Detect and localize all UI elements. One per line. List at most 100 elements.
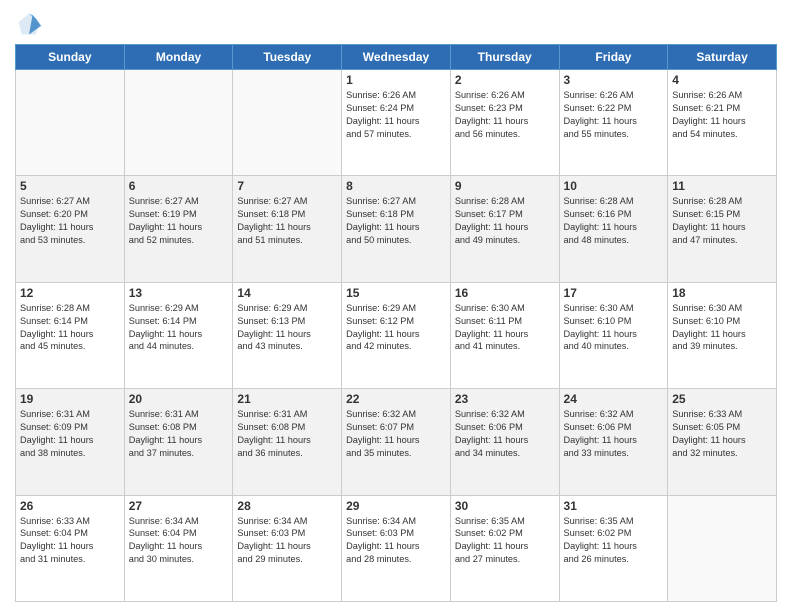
table-row: 23 Sunrise: 6:32 AM Sunset: 6:06 PM Dayli… — [450, 389, 559, 495]
day-number: 24 — [564, 392, 664, 406]
day-number: 21 — [237, 392, 337, 406]
day-info: Sunrise: 6:26 AM Sunset: 6:21 PM Dayligh… — [672, 89, 772, 141]
day-info: Sunrise: 6:32 AM Sunset: 6:06 PM Dayligh… — [455, 408, 555, 460]
day-info: Sunrise: 6:31 AM Sunset: 6:08 PM Dayligh… — [129, 408, 229, 460]
table-row: 5 Sunrise: 6:27 AM Sunset: 6:20 PM Daylig… — [16, 176, 125, 282]
table-row: 19 Sunrise: 6:31 AM Sunset: 6:09 PM Dayli… — [16, 389, 125, 495]
day-number: 31 — [564, 499, 664, 513]
day-info: Sunrise: 6:30 AM Sunset: 6:10 PM Dayligh… — [564, 302, 664, 354]
table-row: 7 Sunrise: 6:27 AM Sunset: 6:18 PM Daylig… — [233, 176, 342, 282]
day-number: 29 — [346, 499, 446, 513]
col-saturday: Saturday — [668, 45, 777, 70]
table-row: 10 Sunrise: 6:28 AM Sunset: 6:16 PM Dayli… — [559, 176, 668, 282]
day-number: 14 — [237, 286, 337, 300]
day-number: 6 — [129, 179, 229, 193]
table-row — [124, 70, 233, 176]
day-info: Sunrise: 6:27 AM Sunset: 6:18 PM Dayligh… — [237, 195, 337, 247]
calendar-week-2: 5 Sunrise: 6:27 AM Sunset: 6:20 PM Daylig… — [16, 176, 777, 282]
table-row: 26 Sunrise: 6:33 AM Sunset: 6:04 PM Dayli… — [16, 495, 125, 601]
day-number: 23 — [455, 392, 555, 406]
table-row: 17 Sunrise: 6:30 AM Sunset: 6:10 PM Dayli… — [559, 282, 668, 388]
day-number: 2 — [455, 73, 555, 87]
table-row: 15 Sunrise: 6:29 AM Sunset: 6:12 PM Dayli… — [342, 282, 451, 388]
table-row — [233, 70, 342, 176]
table-row: 2 Sunrise: 6:26 AM Sunset: 6:23 PM Daylig… — [450, 70, 559, 176]
table-row: 22Sunrise: 6:32 AM Sunset: 6:07 PM Dayli… — [342, 389, 451, 495]
table-row: 27 Sunrise: 6:34 AM Sunset: 6:04 PM Dayli… — [124, 495, 233, 601]
day-number: 16 — [455, 286, 555, 300]
calendar-week-3: 12Sunrise: 6:28 AM Sunset: 6:14 PM Dayli… — [16, 282, 777, 388]
day-info: Sunrise: 6:29 AM Sunset: 6:13 PM Dayligh… — [237, 302, 337, 354]
day-number: 28 — [237, 499, 337, 513]
day-number: 4 — [672, 73, 772, 87]
table-row — [16, 70, 125, 176]
table-row: 30 Sunrise: 6:35 AM Sunset: 6:02 PM Dayli… — [450, 495, 559, 601]
day-number: 11 — [672, 179, 772, 193]
table-row: 28 Sunrise: 6:34 AM Sunset: 6:03 PM Dayli… — [233, 495, 342, 601]
table-row: 8 Sunrise: 6:27 AM Sunset: 6:18 PM Daylig… — [342, 176, 451, 282]
table-row: 21Sunrise: 6:31 AM Sunset: 6:08 PM Dayli… — [233, 389, 342, 495]
table-row: 20 Sunrise: 6:31 AM Sunset: 6:08 PM Dayli… — [124, 389, 233, 495]
table-row: 18 Sunrise: 6:30 AM Sunset: 6:10 PM Dayli… — [668, 282, 777, 388]
table-row: 16 Sunrise: 6:30 AM Sunset: 6:11 PM Dayli… — [450, 282, 559, 388]
logo — [15, 10, 47, 38]
day-number: 1 — [346, 73, 446, 87]
col-sunday: Sunday — [16, 45, 125, 70]
day-number: 10 — [564, 179, 664, 193]
day-info: Sunrise: 6:26 AM Sunset: 6:23 PM Dayligh… — [455, 89, 555, 141]
day-info: Sunrise: 6:34 AM Sunset: 6:03 PM Dayligh… — [346, 515, 446, 567]
table-row: 11Sunrise: 6:28 AM Sunset: 6:15 PM Dayli… — [668, 176, 777, 282]
header — [15, 10, 777, 38]
day-number: 17 — [564, 286, 664, 300]
day-number: 18 — [672, 286, 772, 300]
day-number: 26 — [20, 499, 120, 513]
day-info: Sunrise: 6:28 AM Sunset: 6:16 PM Dayligh… — [564, 195, 664, 247]
table-row: 24Sunrise: 6:32 AM Sunset: 6:06 PM Dayli… — [559, 389, 668, 495]
day-number: 20 — [129, 392, 229, 406]
table-row: 25 Sunrise: 6:33 AM Sunset: 6:05 PM Dayli… — [668, 389, 777, 495]
day-info: Sunrise: 6:26 AM Sunset: 6:24 PM Dayligh… — [346, 89, 446, 141]
col-monday: Monday — [124, 45, 233, 70]
day-info: Sunrise: 6:34 AM Sunset: 6:04 PM Dayligh… — [129, 515, 229, 567]
calendar-week-4: 19 Sunrise: 6:31 AM Sunset: 6:09 PM Dayli… — [16, 389, 777, 495]
day-info: Sunrise: 6:30 AM Sunset: 6:11 PM Dayligh… — [455, 302, 555, 354]
table-row: 13Sunrise: 6:29 AM Sunset: 6:14 PM Dayli… — [124, 282, 233, 388]
day-number: 27 — [129, 499, 229, 513]
table-row: 12Sunrise: 6:28 AM Sunset: 6:14 PM Dayli… — [16, 282, 125, 388]
day-number: 30 — [455, 499, 555, 513]
day-info: Sunrise: 6:35 AM Sunset: 6:02 PM Dayligh… — [455, 515, 555, 567]
day-info: Sunrise: 6:33 AM Sunset: 6:04 PM Dayligh… — [20, 515, 120, 567]
day-number: 12 — [20, 286, 120, 300]
day-number: 25 — [672, 392, 772, 406]
col-wednesday: Wednesday — [342, 45, 451, 70]
day-info: Sunrise: 6:30 AM Sunset: 6:10 PM Dayligh… — [672, 302, 772, 354]
day-info: Sunrise: 6:29 AM Sunset: 6:12 PM Dayligh… — [346, 302, 446, 354]
day-info: Sunrise: 6:27 AM Sunset: 6:20 PM Dayligh… — [20, 195, 120, 247]
table-row: 29 Sunrise: 6:34 AM Sunset: 6:03 PM Dayli… — [342, 495, 451, 601]
table-row: 3 Sunrise: 6:26 AM Sunset: 6:22 PM Daylig… — [559, 70, 668, 176]
day-info: Sunrise: 6:27 AM Sunset: 6:19 PM Dayligh… — [129, 195, 229, 247]
table-row: 9 Sunrise: 6:28 AM Sunset: 6:17 PM Daylig… — [450, 176, 559, 282]
day-number: 7 — [237, 179, 337, 193]
day-number: 9 — [455, 179, 555, 193]
day-number: 19 — [20, 392, 120, 406]
day-info: Sunrise: 6:32 AM Sunset: 6:07 PM Dayligh… — [346, 408, 446, 460]
day-info: Sunrise: 6:35 AM Sunset: 6:02 PM Dayligh… — [564, 515, 664, 567]
day-number: 8 — [346, 179, 446, 193]
day-number: 5 — [20, 179, 120, 193]
day-number: 3 — [564, 73, 664, 87]
day-info: Sunrise: 6:26 AM Sunset: 6:22 PM Dayligh… — [564, 89, 664, 141]
page: Sunday Monday Tuesday Wednesday Thursday… — [0, 0, 792, 612]
day-info: Sunrise: 6:33 AM Sunset: 6:05 PM Dayligh… — [672, 408, 772, 460]
day-info: Sunrise: 6:27 AM Sunset: 6:18 PM Dayligh… — [346, 195, 446, 247]
day-number: 15 — [346, 286, 446, 300]
header-row: Sunday Monday Tuesday Wednesday Thursday… — [16, 45, 777, 70]
day-info: Sunrise: 6:34 AM Sunset: 6:03 PM Dayligh… — [237, 515, 337, 567]
table-row: 6 Sunrise: 6:27 AM Sunset: 6:19 PM Daylig… — [124, 176, 233, 282]
day-info: Sunrise: 6:31 AM Sunset: 6:09 PM Dayligh… — [20, 408, 120, 460]
calendar-table: Sunday Monday Tuesday Wednesday Thursday… — [15, 44, 777, 602]
logo-icon — [15, 10, 43, 38]
day-info: Sunrise: 6:29 AM Sunset: 6:14 PM Dayligh… — [129, 302, 229, 354]
table-row — [668, 495, 777, 601]
day-info: Sunrise: 6:28 AM Sunset: 6:17 PM Dayligh… — [455, 195, 555, 247]
